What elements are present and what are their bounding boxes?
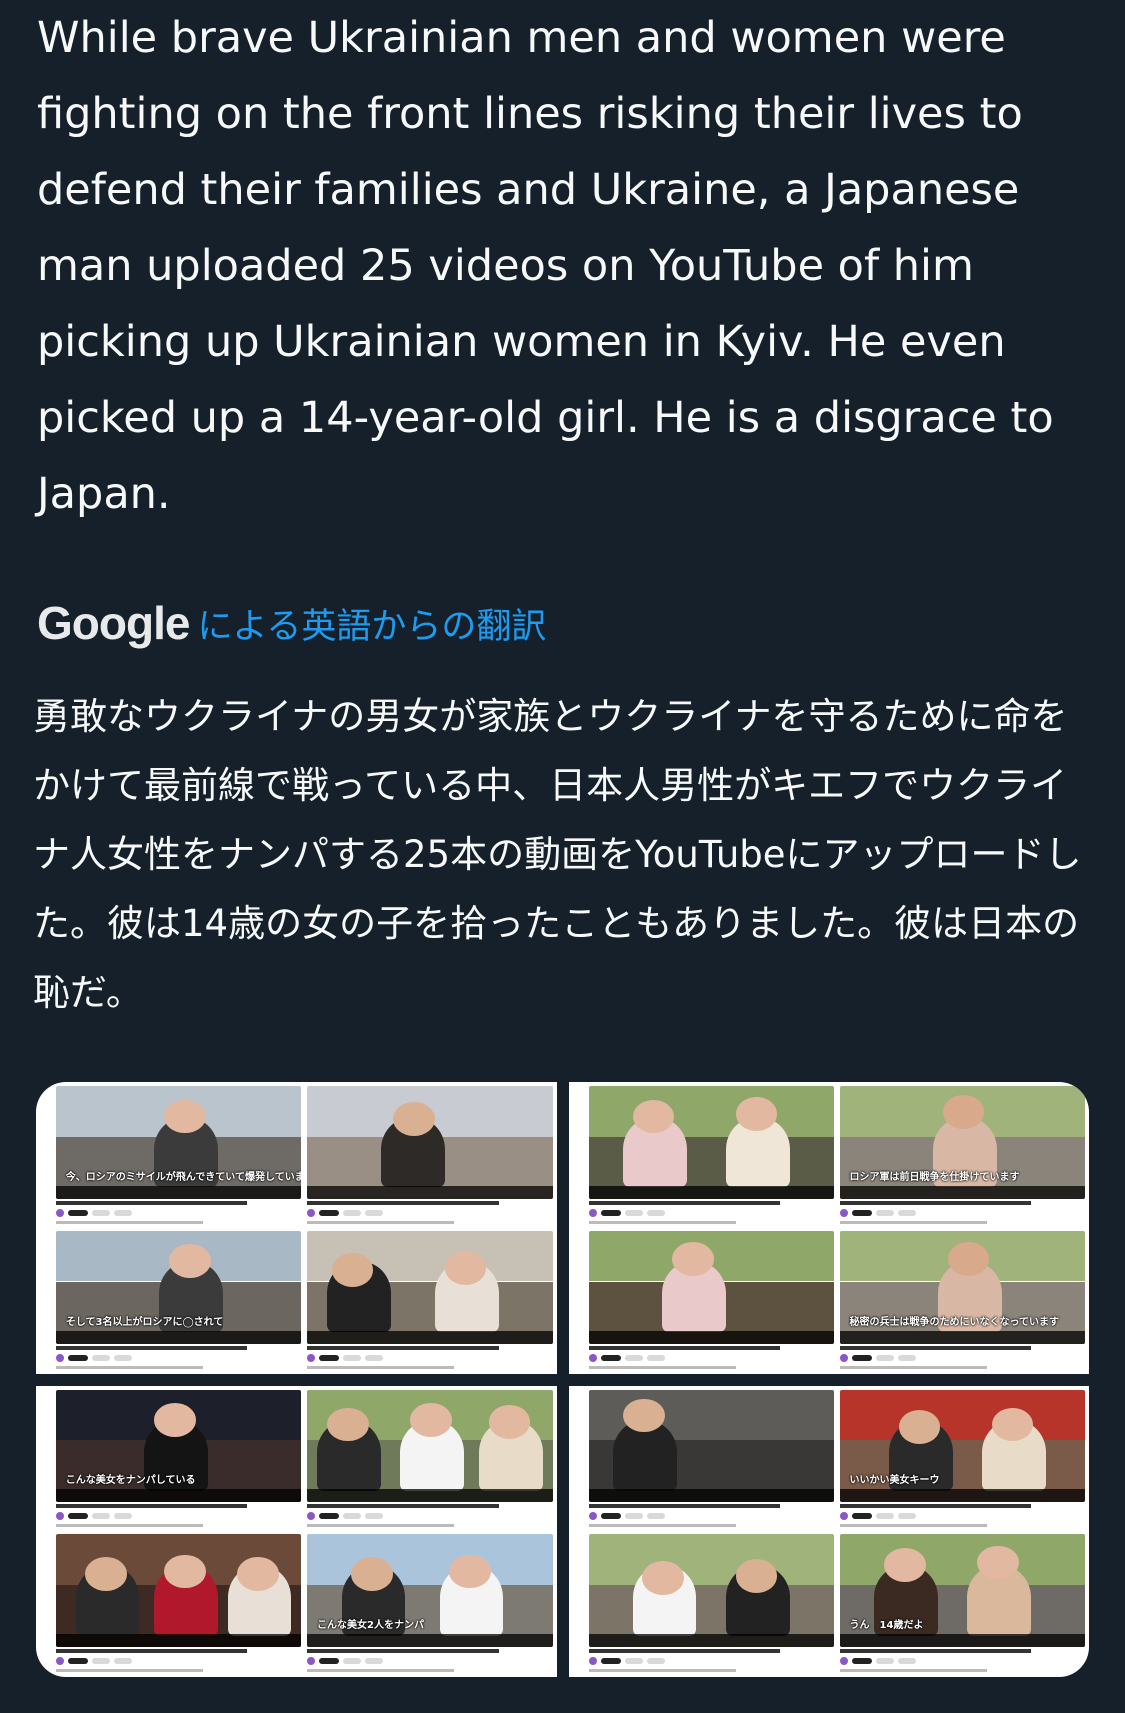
video-thumbnail: こんな美女をナンパしている xyxy=(56,1389,302,1529)
video-caption: ロシア軍は前日戦争を仕掛けています xyxy=(849,1171,1020,1183)
tweet-media-grid[interactable]: 今、ロシアのミサイルが飛んできていて爆発しています そして3名以上がロシアに◯さ xyxy=(36,1082,1089,1677)
google-logo: Google xyxy=(37,597,190,649)
video-caption: 秘密の兵士は戦争のためにいなくなっています xyxy=(849,1316,1060,1328)
video-thumbnail: 今、ロシアのミサイルが飛んできていて爆発しています xyxy=(56,1086,302,1225)
video-thumbnail: こんな美女2人をナンパ xyxy=(307,1534,553,1673)
tweet-text: While brave Ukrainian men and women were… xyxy=(37,13,1068,519)
video-caption: いいかい美女キーウ xyxy=(849,1475,940,1487)
video-thumbnail xyxy=(588,1389,834,1529)
video-thumbnail: そして3名以上がロシアに◯されて xyxy=(56,1230,302,1370)
video-thumbnail: 秘密の兵士は戦争のためにいなくなっています xyxy=(839,1230,1085,1370)
video-thumbnail xyxy=(307,1086,553,1225)
video-thumbnail xyxy=(588,1534,834,1673)
video-thumbnail xyxy=(56,1534,302,1673)
video-thumbnail: ロシア軍は前日戦争を仕掛けています xyxy=(839,1086,1085,1225)
video-thumbnail xyxy=(307,1230,553,1370)
video-thumbnail: うん 14歳だよ xyxy=(839,1534,1085,1673)
video-caption: こんな美女をナンパしている xyxy=(65,1475,196,1487)
media-image-3[interactable]: こんな美女をナンパしている こんな美女2人をナンパ xyxy=(36,1385,557,1677)
video-caption: こんな美女2人をナンパ xyxy=(317,1620,425,1631)
media-image-2[interactable]: ロシア軍は前日戦争を仕掛けています 秘密の兵士は戦争のためにいなくなっています xyxy=(568,1082,1089,1374)
video-caption: うん 14歳だよ xyxy=(849,1620,924,1631)
video-thumbnail xyxy=(307,1389,553,1529)
video-thumbnail xyxy=(588,1230,834,1370)
translated-text: 勇敢なウクライナの男女が家族とウクライナを守るために命をかけて最前線で戦っている… xyxy=(33,695,1082,1014)
video-thumbnail xyxy=(588,1086,834,1225)
translation-source-link[interactable]: による英語からの翻訳 xyxy=(197,598,546,649)
translation-attribution: Google による英語からの翻訳 xyxy=(37,588,546,658)
media-image-4[interactable]: いいかい美女キーウ うん 14歳だよ xyxy=(568,1385,1089,1677)
video-thumbnail: いいかい美女キーウ xyxy=(839,1389,1085,1529)
media-image-1[interactable]: 今、ロシアのミサイルが飛んできていて爆発しています そして3名以上がロシアに◯さ xyxy=(36,1082,557,1374)
video-caption: そして3名以上がロシアに◯されて xyxy=(65,1316,224,1328)
video-caption: 今、ロシアのミサイルが飛んできていて爆発しています xyxy=(65,1171,302,1183)
